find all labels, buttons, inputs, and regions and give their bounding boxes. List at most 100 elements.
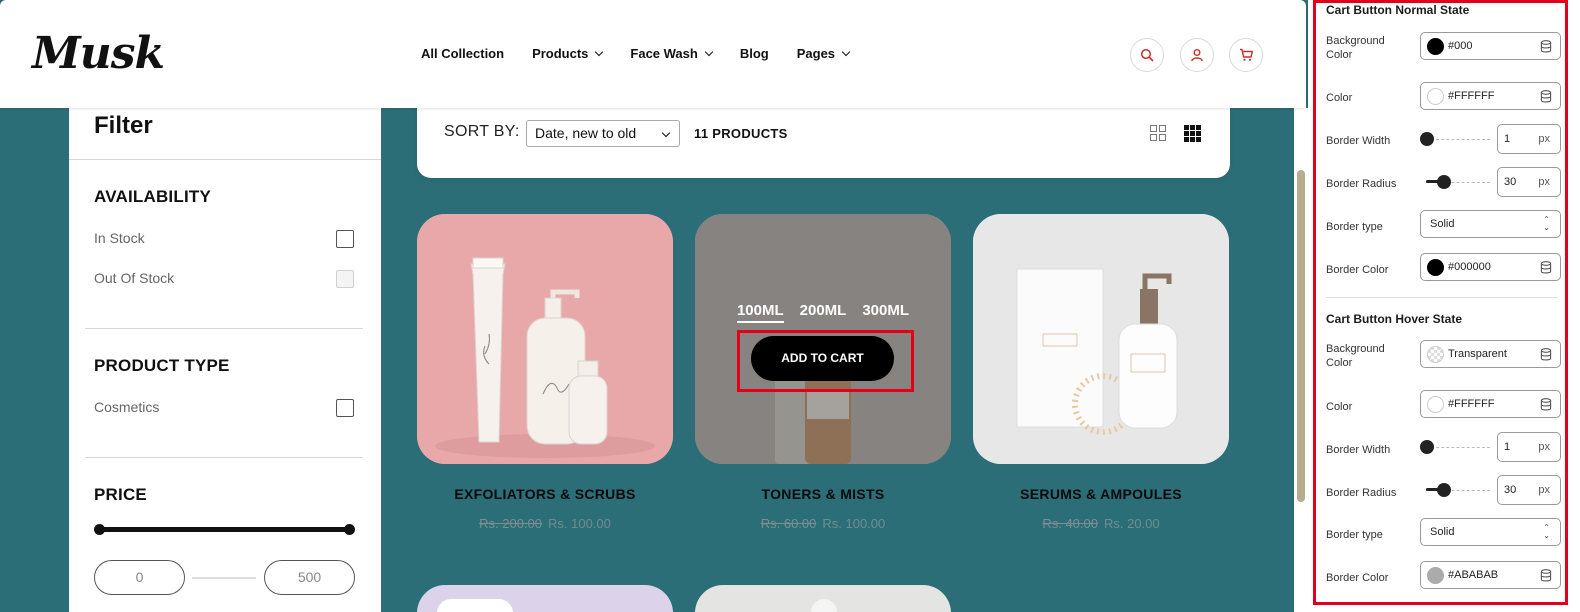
color-value: #000000 xyxy=(1448,261,1491,273)
updown-chevron-icon: ⌃ ⌄ xyxy=(1543,215,1550,232)
divider xyxy=(1326,297,1558,298)
nav-pages[interactable]: Pages xyxy=(797,46,851,61)
product-image[interactable] xyxy=(417,214,673,464)
price-range-track[interactable] xyxy=(96,527,354,532)
sale-price: Rs. 100.00 xyxy=(822,516,886,531)
number-value: 30 xyxy=(1504,484,1517,496)
hover-border-color-input[interactable]: #ABABAB xyxy=(1420,561,1561,589)
database-icon[interactable] xyxy=(1540,348,1552,361)
availability-heading: AVAILABILITY xyxy=(94,187,211,206)
normal-color-input[interactable]: #FFFFFF xyxy=(1420,82,1561,110)
hover-border-width-slider[interactable] xyxy=(1426,447,1490,448)
nav-blog[interactable]: Blog xyxy=(740,46,769,61)
normal-border-width-input[interactable]: 1 px xyxy=(1497,124,1561,154)
grid-2-view-icon[interactable] xyxy=(1150,125,1166,141)
transparent-swatch[interactable] xyxy=(1427,346,1444,363)
database-icon[interactable] xyxy=(1540,569,1552,582)
product-title[interactable]: SERUMS & AMPOULES xyxy=(973,486,1229,502)
main-nav: All Collection Products Face Wash Blog P… xyxy=(421,46,877,61)
price-max-handle[interactable] xyxy=(344,524,355,535)
variant-option[interactable]: 300ML xyxy=(862,302,909,323)
product-title[interactable]: TONERS & MISTS xyxy=(695,486,951,502)
product-title[interactable]: EXFOLIATORS & SCRUBS xyxy=(417,486,673,502)
in-stock-checkbox[interactable] xyxy=(336,230,354,248)
product-card[interactable]: SERUMS & AMPOULES Rs. 40.00 Rs. 20.00 xyxy=(973,214,1229,531)
compare-price: Rs. 200.00 xyxy=(479,516,542,531)
cosmetics-checkbox[interactable] xyxy=(336,399,354,417)
cart-button[interactable] xyxy=(1229,38,1263,72)
unit-label: px xyxy=(1538,484,1550,496)
nav-label: Products xyxy=(532,46,589,61)
product-card[interactable]: EXFOLIATORS & SCRUBS Rs. 200.00 Rs. 100.0… xyxy=(417,214,673,531)
hover-border-radius-input[interactable]: 30 px xyxy=(1497,475,1561,505)
color-swatch[interactable] xyxy=(1427,88,1444,105)
cosmetics-label: Cosmetics xyxy=(94,399,160,415)
price-max-input[interactable]: 500 xyxy=(264,560,355,595)
hover-color-input[interactable]: #FFFFFF xyxy=(1420,390,1561,418)
search-button[interactable] xyxy=(1130,38,1164,72)
border-color-label: Border Color xyxy=(1326,264,1389,276)
database-icon[interactable] xyxy=(1540,398,1552,411)
hover-border-width-input[interactable]: 1 px xyxy=(1497,432,1561,462)
color-value: #000 xyxy=(1448,40,1473,52)
account-button[interactable] xyxy=(1180,38,1214,72)
preview-scrollbar-thumb[interactable] xyxy=(1297,170,1305,502)
product-image[interactable]: 100ML 200ML 300ML ADD TO CART xyxy=(695,214,951,464)
slider-handle[interactable] xyxy=(1437,175,1451,189)
price-separator xyxy=(192,577,256,579)
slider-handle[interactable] xyxy=(1420,440,1434,454)
price-min-input[interactable]: 0 xyxy=(94,560,185,595)
nav-label: Blog xyxy=(739,46,769,61)
normal-border-width-slider[interactable] xyxy=(1426,139,1490,140)
hover-bg-color-input[interactable]: Transparent xyxy=(1420,340,1561,368)
database-icon[interactable] xyxy=(1540,90,1552,103)
nav-all-collection[interactable]: All Collection xyxy=(421,46,504,61)
normal-bg-color-input[interactable]: #000 xyxy=(1420,32,1561,60)
border-type-label: Border type xyxy=(1326,221,1383,233)
product-card-partial[interactable] xyxy=(417,585,673,612)
color-label: Color xyxy=(1326,92,1353,104)
nav-face-wash[interactable]: Face Wash xyxy=(630,46,714,61)
chevron-down-icon xyxy=(841,47,851,56)
product-photo-partial xyxy=(811,599,837,612)
site-logo[interactable]: Musk xyxy=(32,28,165,79)
slider-handle[interactable] xyxy=(1420,132,1434,146)
product-card-partial[interactable] xyxy=(695,585,951,612)
normal-border-radius-input[interactable]: 30 px xyxy=(1497,167,1561,197)
sale-price: Rs. 100.00 xyxy=(548,516,611,531)
color-swatch[interactable] xyxy=(1427,38,1444,55)
border-color-label: Border Color xyxy=(1326,572,1389,584)
compare-price: Rs. 60.00 xyxy=(760,516,817,531)
filter-sidebar: Filter AVAILABILITY In Stock Out Of Stoc… xyxy=(69,96,381,612)
normal-border-color-input[interactable]: #000000 xyxy=(1420,253,1561,281)
product-photo xyxy=(973,214,1229,464)
search-icon xyxy=(1140,48,1154,62)
chevron-down-icon xyxy=(661,128,671,138)
out-of-stock-checkbox[interactable] xyxy=(336,270,354,288)
color-label: Color xyxy=(1326,401,1353,413)
add-to-cart-button[interactable]: ADD TO CART xyxy=(751,336,894,381)
hover-border-type-select[interactable]: Solid ⌃ ⌄ xyxy=(1420,518,1561,546)
database-icon[interactable] xyxy=(1540,40,1552,53)
slider-handle[interactable] xyxy=(1437,483,1451,497)
variant-option[interactable]: 100ML xyxy=(736,302,784,323)
divider xyxy=(85,457,363,458)
nav-products[interactable]: Products xyxy=(532,46,604,61)
out-of-stock-label: Out Of Stock xyxy=(94,270,175,286)
variant-option[interactable]: 200ML xyxy=(800,302,847,323)
product-card[interactable]: 100ML 200ML 300ML ADD TO CART TONERS & M… xyxy=(695,214,951,531)
filter-title: Filter xyxy=(94,112,153,139)
grid-3-view-icon[interactable] xyxy=(1184,125,1201,142)
color-swatch[interactable] xyxy=(1427,396,1444,413)
sort-select[interactable]: Date, new to old xyxy=(526,120,680,147)
normal-border-type-select[interactable]: Solid ⌃ ⌄ xyxy=(1420,210,1561,238)
price-min-handle[interactable] xyxy=(94,524,105,535)
chevron-down-icon xyxy=(704,47,714,56)
price-heading: PRICE xyxy=(94,485,147,504)
color-swatch[interactable] xyxy=(1427,567,1444,584)
database-icon[interactable] xyxy=(1540,261,1552,274)
number-value: 1 xyxy=(1504,441,1511,453)
bg-color-label: Background Color xyxy=(1326,343,1385,369)
product-image[interactable] xyxy=(973,214,1229,464)
color-swatch[interactable] xyxy=(1427,259,1444,276)
